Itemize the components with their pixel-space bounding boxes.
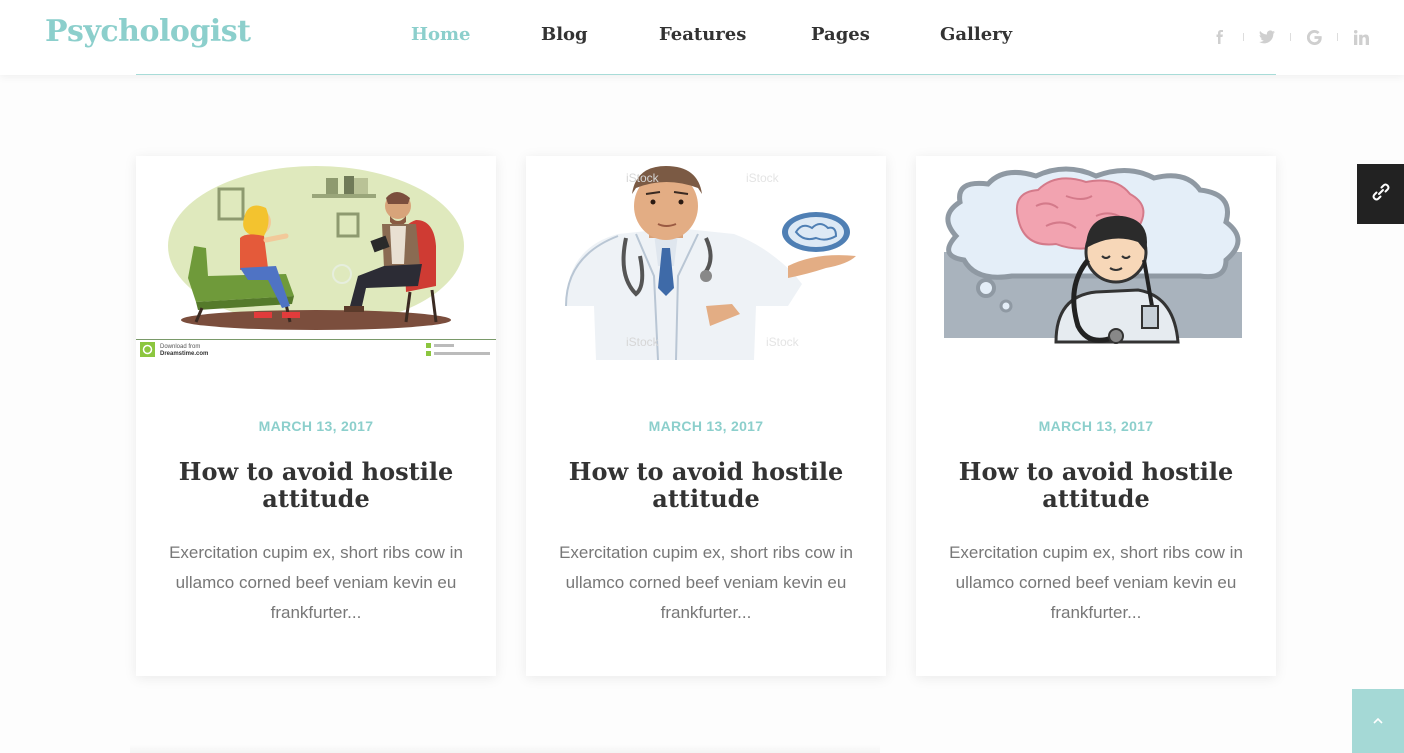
post-date: MARCH 13, 2017 bbox=[648, 418, 764, 434]
post-date: MARCH 13, 2017 bbox=[1038, 418, 1154, 434]
doctor-thinking-brain-illustration bbox=[916, 156, 1276, 366]
back-to-top-button[interactable] bbox=[1352, 689, 1404, 753]
next-section-edge bbox=[130, 745, 880, 753]
image-caption-brand: Dreamstime.com bbox=[160, 351, 208, 357]
post-excerpt: Exercitation cupim ex, short ribs cow in… bbox=[949, 543, 1243, 622]
image-watermark: iStock bbox=[766, 335, 800, 349]
post-title[interactable]: How to avoid hostile attitude bbox=[166, 458, 466, 512]
blog-card[interactable]: MARCH 13, 2017 How to avoid hostile atti… bbox=[916, 156, 1276, 676]
blog-card[interactable]: Download from Dreamstime.com MARCH 13, 2… bbox=[136, 156, 496, 676]
header-divider bbox=[136, 74, 1276, 75]
image-watermark: iStock bbox=[626, 335, 660, 349]
site-header: Psychologist Home Blog Features Pages Ga… bbox=[0, 0, 1404, 75]
post-image-doctor-thinking[interactable] bbox=[916, 156, 1276, 366]
doctor-holding-brain-illustration: iStock iStock iStock iStock bbox=[526, 156, 886, 366]
post-title[interactable]: How to avoid hostile attitude bbox=[946, 458, 1246, 512]
post-image-doctor-brain[interactable]: iStock iStock iStock iStock bbox=[526, 156, 886, 366]
google-icon[interactable] bbox=[1304, 27, 1324, 47]
nav-item-gallery[interactable]: Gallery bbox=[940, 24, 1012, 45]
post-image-therapy-session[interactable]: Download from Dreamstime.com bbox=[136, 156, 496, 366]
post-excerpt: Exercitation cupim ex, short ribs cow in… bbox=[559, 543, 853, 622]
side-link-tab[interactable] bbox=[1357, 164, 1404, 224]
social-divider bbox=[1243, 33, 1244, 41]
link-icon bbox=[1371, 182, 1391, 207]
image-caption-download: Download from bbox=[160, 344, 200, 350]
blog-card[interactable]: iStock iStock iStock iStock MARCH 13, 20… bbox=[526, 156, 886, 676]
chevron-up-icon bbox=[1372, 712, 1384, 730]
nav-item-pages[interactable]: Pages bbox=[811, 24, 870, 45]
social-links bbox=[1210, 27, 1371, 47]
social-divider bbox=[1337, 33, 1338, 41]
linkedin-icon[interactable] bbox=[1351, 27, 1371, 47]
image-watermark: iStock bbox=[746, 171, 780, 185]
social-divider bbox=[1290, 33, 1291, 41]
nav-item-features[interactable]: Features bbox=[659, 24, 746, 45]
site-logo[interactable]: Psychologist bbox=[45, 14, 251, 49]
post-excerpt: Exercitation cupim ex, short ribs cow in… bbox=[169, 543, 463, 622]
nav-item-home[interactable]: Home bbox=[411, 24, 471, 45]
post-title[interactable]: How to avoid hostile attitude bbox=[556, 458, 856, 512]
twitter-icon[interactable] bbox=[1257, 27, 1277, 47]
post-date: MARCH 13, 2017 bbox=[258, 418, 374, 434]
image-watermark: iStock bbox=[626, 171, 660, 185]
nav-item-blog[interactable]: Blog bbox=[541, 24, 588, 45]
therapy-session-illustration: Download from Dreamstime.com bbox=[136, 156, 496, 366]
facebook-icon[interactable] bbox=[1210, 27, 1230, 47]
